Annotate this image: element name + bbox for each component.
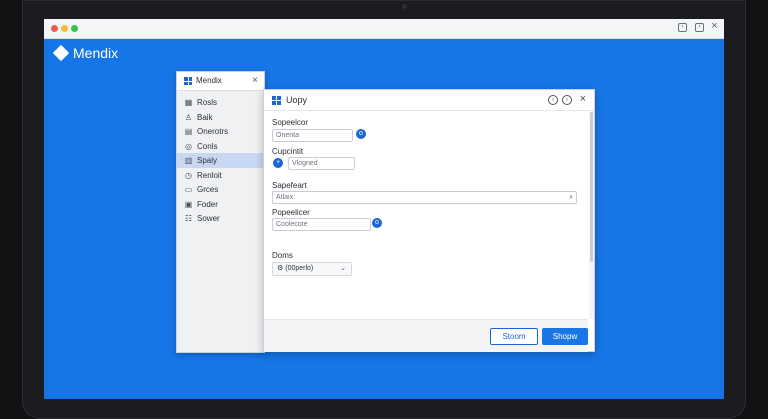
dropdown-label: Doms	[272, 251, 293, 260]
sidebar-item-label: Sower	[197, 214, 220, 223]
forward-icon[interactable]: ›	[562, 95, 572, 105]
folder-icon: ▣	[184, 199, 193, 209]
nav-header: Mendix ×	[177, 72, 264, 91]
close-icon[interactable]: ×	[252, 75, 258, 86]
sidebar-item-label: Baik	[197, 112, 213, 122]
sidebar-item-label: Conls	[197, 141, 218, 151]
text-input[interactable]: Vlogned	[288, 157, 355, 170]
dialog-footer: Stoom Shopw	[264, 319, 588, 352]
text-input[interactable]: Onenta	[272, 129, 353, 142]
sidebar-item-6[interactable]: ◷ Renloit	[177, 168, 264, 183]
back-icon[interactable]: ‹	[548, 95, 558, 105]
option-icon[interactable]: o	[372, 218, 382, 228]
field-label: Sapefeart	[272, 181, 307, 190]
sidebar-item-8[interactable]: ▣ Foder	[177, 197, 264, 212]
list-icon: ▭	[184, 185, 193, 194]
search-input-value: Atlaix	[276, 194, 294, 201]
sidebar-item-label: Grces	[197, 185, 219, 194]
dialog-header: Uopy ‹ › ×	[264, 90, 594, 111]
back-icon[interactable]: ‹	[678, 23, 687, 32]
sidebar-item-9[interactable]: ☷ Sower	[177, 211, 264, 226]
circle-icon: ◎	[185, 141, 192, 151]
maximize-window-icon[interactable]	[71, 25, 78, 32]
dialog-title: Uopy	[286, 95, 308, 105]
search-icon: ⌕	[569, 194, 573, 201]
dropdown-select[interactable]: ⚙ (00perlo) ⌄	[272, 262, 352, 276]
sidebar-item-2[interactable]: ♙ Baik	[177, 110, 264, 125]
clock-icon: ◷	[185, 170, 192, 180]
option-icon[interactable]: o	[356, 129, 366, 139]
navigation-panel: Mendix × ▦ Rosls ♙ Baik ▤ Onerotrs ◎ Con…	[176, 71, 265, 353]
sidebar-item-4[interactable]: ◎ Conls	[177, 139, 264, 154]
grid-icon: ▦	[184, 98, 193, 107]
table-icon: ▤	[184, 127, 193, 136]
forward-icon[interactable]: ›	[695, 23, 704, 32]
dropdown-value: (00perlo)	[285, 265, 314, 272]
sliders-icon: ☷	[184, 214, 193, 223]
window-titlebar: ‹ › ×	[44, 19, 724, 39]
chevron-down-icon: ⌄	[340, 265, 346, 272]
sidebar-item-label: Foder	[197, 199, 218, 209]
settings-icon: ⚙	[277, 265, 286, 272]
brand-name: Mendix	[73, 45, 119, 61]
sidebar-item-3[interactable]: ▤ Onerotrs	[177, 124, 264, 139]
sidebar-item-label: Onerotrs	[197, 127, 229, 136]
main-dialog: Uopy ‹ › × Sopeelcor Onenta o Cupcintit …	[263, 89, 595, 352]
close-window-icon[interactable]	[51, 25, 58, 32]
field-label: Cupcintit	[272, 147, 304, 156]
sidebar-item-label: Spaly	[197, 156, 218, 165]
camera-dot	[402, 4, 407, 9]
minimize-window-icon[interactable]	[61, 25, 68, 32]
secondary-button[interactable]: Stoom	[490, 328, 538, 345]
add-icon[interactable]: +	[273, 158, 283, 168]
sidebar-item-label: Renloit	[197, 170, 222, 180]
sidebar-item-label: Rosls	[197, 98, 218, 107]
search-input[interactable]: Atlaix ⌕	[272, 191, 577, 204]
primary-button[interactable]: Shopw	[542, 328, 588, 345]
field-label: Popeelicer	[272, 208, 310, 217]
layout-icon: ▥	[184, 156, 193, 165]
app-grid-icon	[184, 77, 192, 85]
close-icon[interactable]: ×	[580, 93, 586, 105]
close-icon[interactable]: ×	[710, 21, 719, 32]
sidebar-item-7[interactable]: ▭ Grces	[177, 182, 264, 197]
field-label: Sopeelcor	[272, 118, 309, 127]
sidebar-item-5[interactable]: ▥ Spaly	[177, 153, 264, 168]
brand-logo-area: Mendix	[52, 44, 119, 61]
sidebar-item-1[interactable]: ▦ Rosls	[177, 95, 264, 110]
mendix-logo-icon	[52, 44, 70, 61]
app-grid-icon	[272, 96, 281, 105]
scrollbar-thumb[interactable]	[590, 112, 593, 262]
user-icon: ♙	[184, 112, 193, 122]
text-input[interactable]: Coolecote	[272, 218, 371, 231]
nav-title: Mendix	[196, 76, 222, 85]
